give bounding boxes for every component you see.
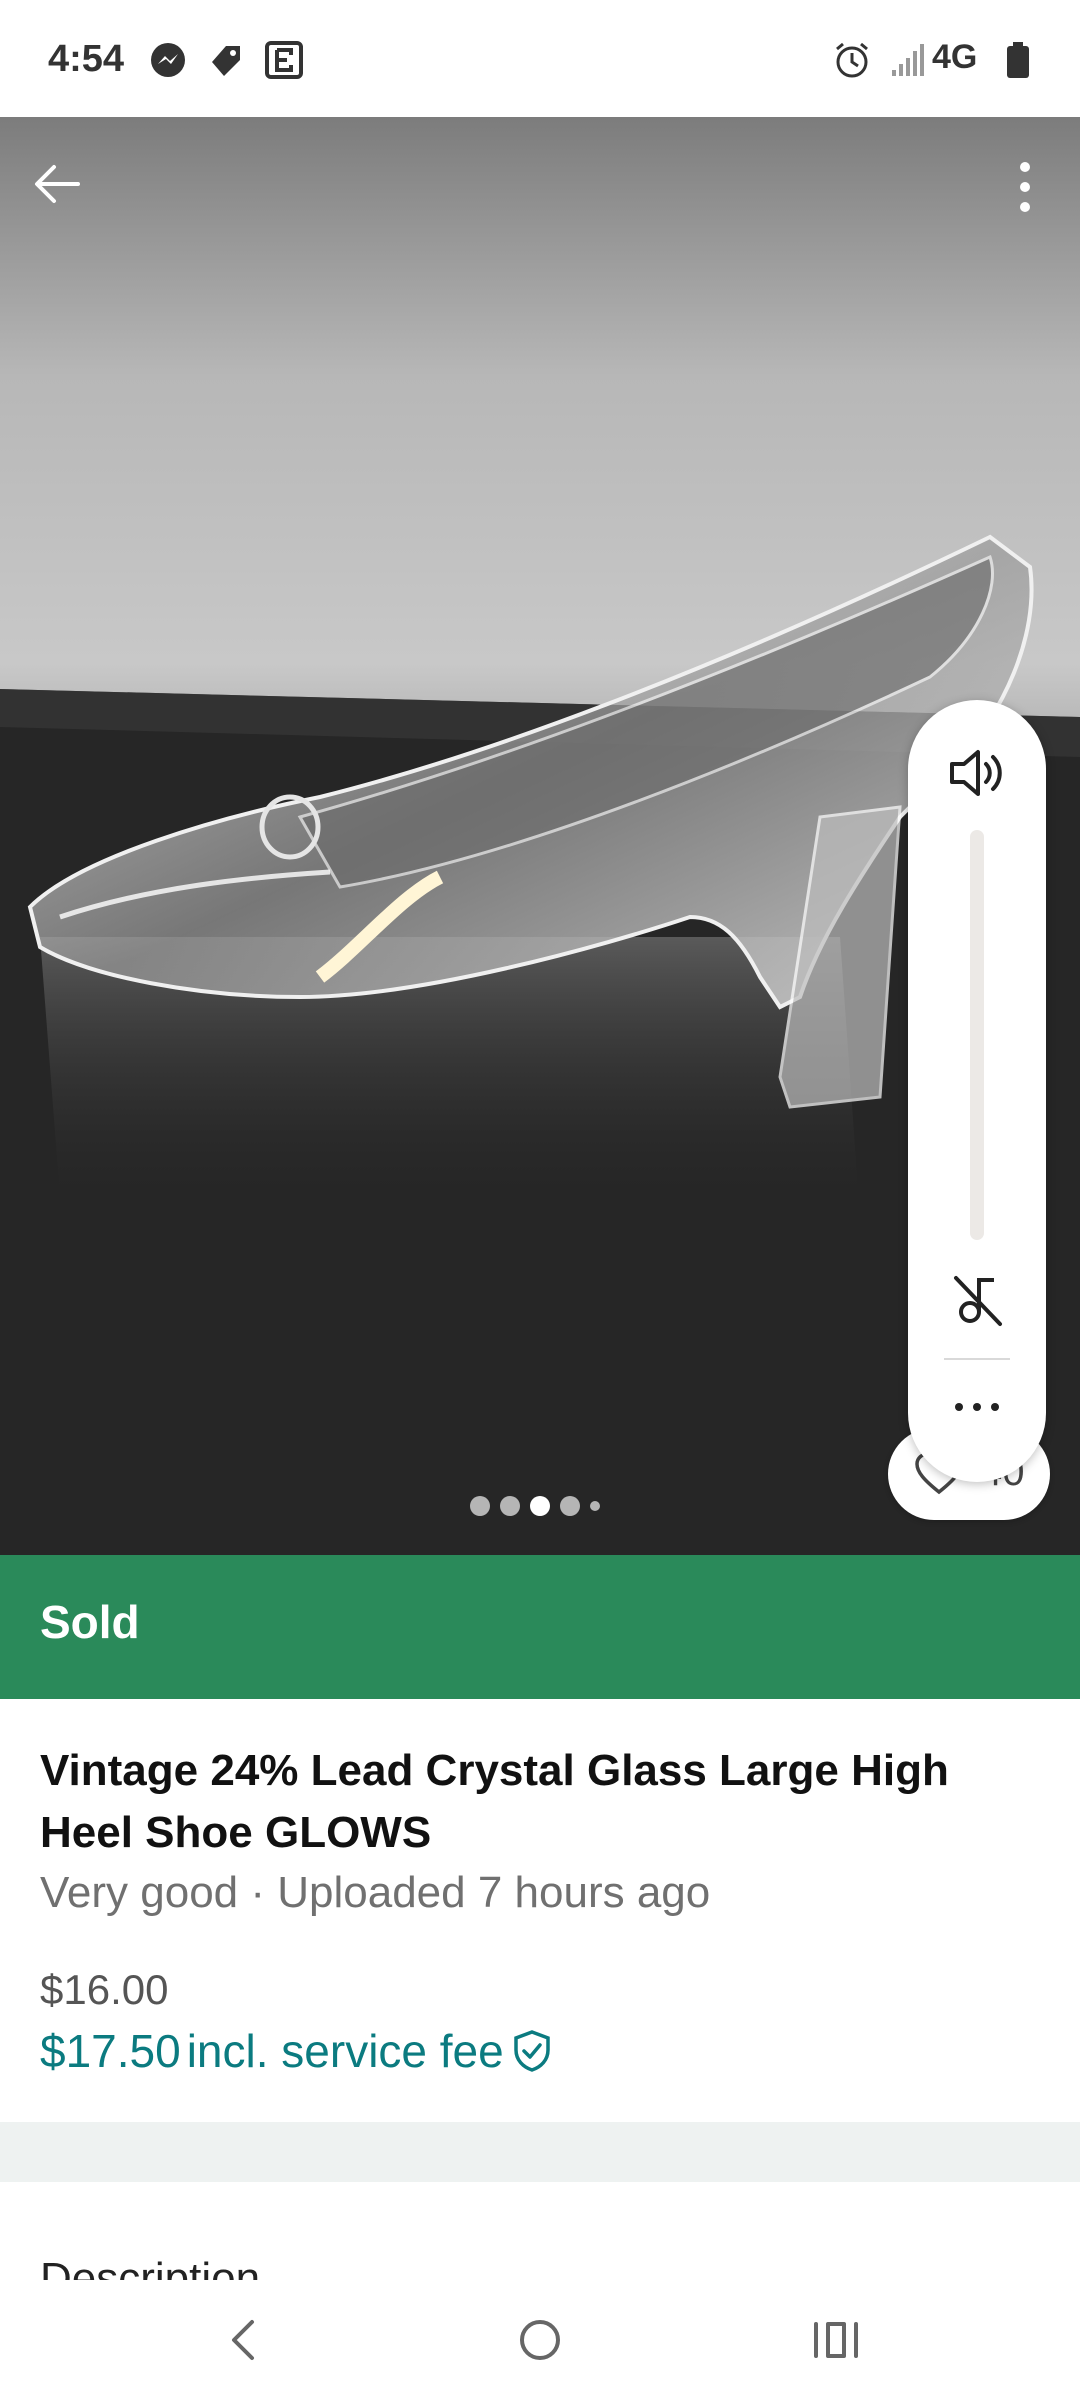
section-separator [0,2122,1080,2182]
network-type: 4G [932,38,978,76]
more-options-icon[interactable] [1000,157,1050,217]
messenger-icon [151,43,185,77]
service-fee-label: incl. service fee [186,2025,504,2077]
sold-banner: Sold [0,1555,1080,1699]
volume-slider[interactable] [970,830,984,1240]
volume-panel [908,700,1046,1482]
nav-back-icon[interactable] [214,2310,274,2370]
alarm-icon [836,42,868,78]
nav-recents-icon[interactable] [806,2310,866,2370]
back-arrow-icon[interactable] [30,157,84,211]
listing-price: $16.00 [40,1966,169,2013]
total-price: $17.50 [40,2025,181,2077]
gallery-dot[interactable] [560,1496,580,1516]
volume-divider [944,1358,1010,1360]
etsy-e-icon [265,41,303,79]
gallery-indicator [470,1495,600,1517]
signal-icon [892,44,924,76]
mute-music-icon[interactable] [948,1270,1008,1330]
gallery-dot-active[interactable] [530,1496,550,1516]
gallery-dot[interactable] [500,1496,520,1516]
volume-more-icon[interactable] [946,1382,1008,1432]
status-time: 4:54 [48,38,125,80]
shield-check-icon [513,2030,550,2072]
gallery-dot[interactable] [470,1496,490,1516]
total-price-row[interactable]: $17.50 incl. service fee [40,2024,552,2078]
battery-icon [1007,42,1029,78]
gallery-dot[interactable] [590,1501,600,1511]
nav-home-icon[interactable] [510,2310,570,2370]
listing-condition-upload: Very good · Uploaded 7 hours ago [40,1868,711,1917]
speaker-icon[interactable] [944,740,1010,806]
sold-label: Sold [40,1596,140,1648]
system-nav-bar [0,2280,1080,2400]
status-bar: 4:54 4G [0,0,1080,117]
tag-icon [212,46,240,76]
listing-title: Vintage 24% Lead Crystal Glass Large Hig… [40,1746,949,1857]
